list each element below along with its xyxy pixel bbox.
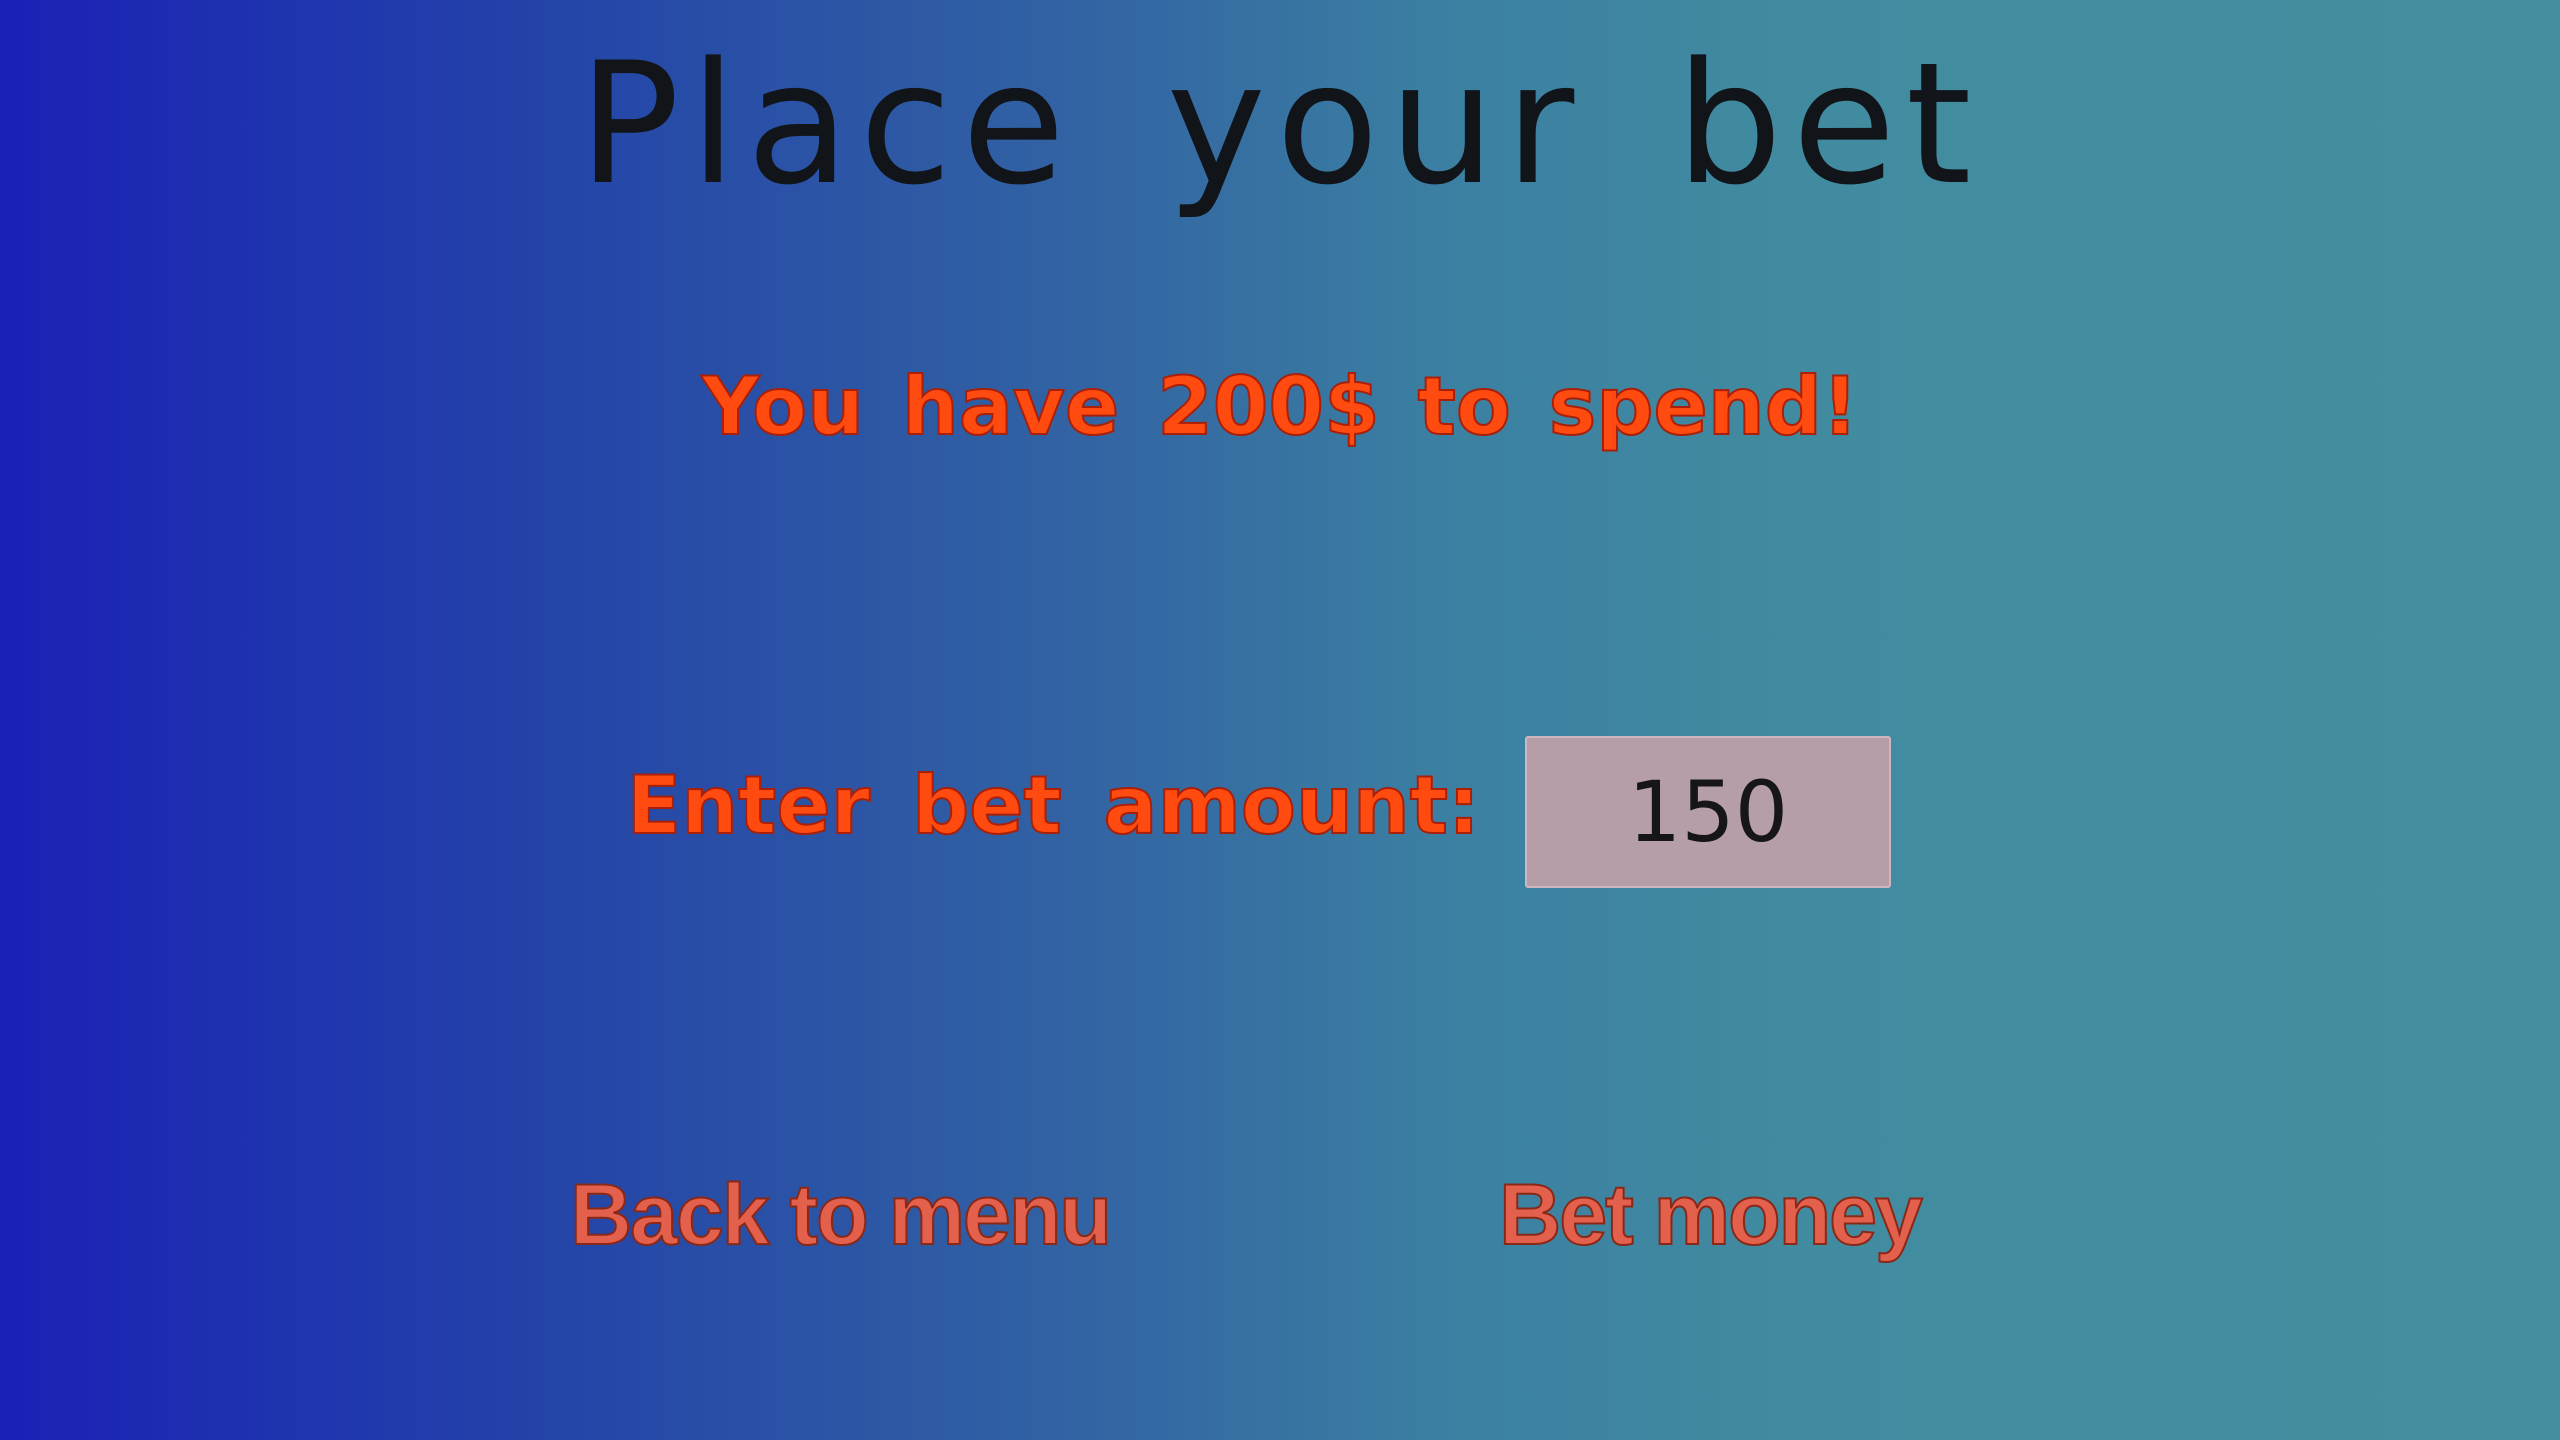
- balance-message: You have 200$ to spend!: [701, 359, 1860, 454]
- page-title: Place your bet: [578, 26, 1982, 222]
- bet-money-button[interactable]: Bet money: [1480, 1155, 1940, 1275]
- back-to-menu-button[interactable]: Back to menu: [560, 1155, 1120, 1275]
- bet-amount-label: Enter bet amount:: [626, 758, 1481, 853]
- bet-amount-input[interactable]: [1525, 736, 1891, 888]
